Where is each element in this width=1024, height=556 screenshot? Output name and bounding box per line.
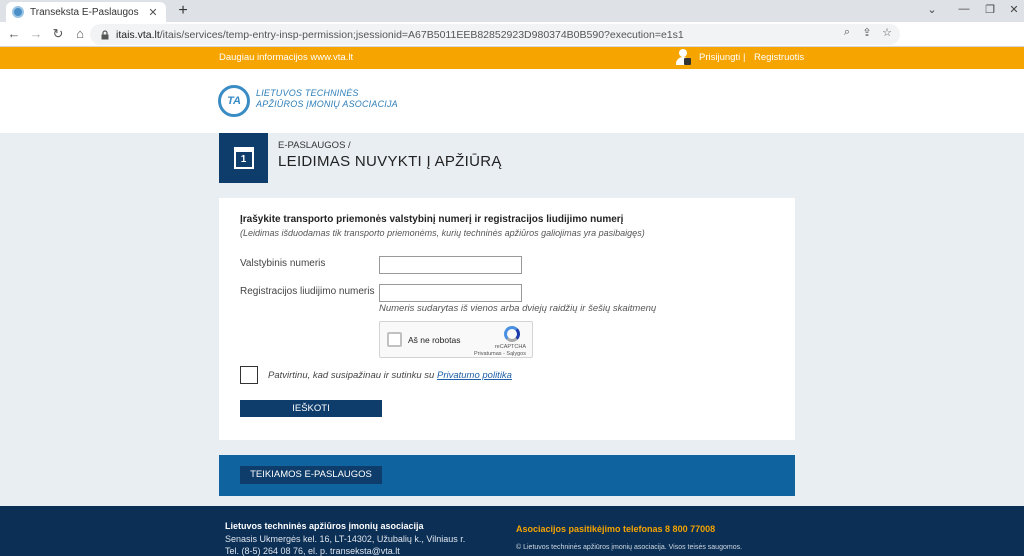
minimize-icon[interactable]: — [956, 3, 972, 15]
address-bar[interactable]: itais.vta.lt/itais/services/temp-entry-i… [90, 24, 900, 45]
calendar-icon: 1 [233, 147, 254, 169]
plate-number-label: Valstybinis numeris [240, 258, 326, 269]
breadcrumb[interactable]: E-PASLAUGOS / [278, 140, 351, 151]
new-tab-button[interactable]: + [174, 2, 192, 20]
privacy-policy-link[interactable]: Privatumo politika [437, 370, 512, 381]
forward-icon[interactable]: → [28, 26, 44, 42]
registration-number-hint: Numeris sudarytas iš vienos arba dviejų … [379, 303, 657, 314]
zoom-icon[interactable]: ⌕ [840, 26, 854, 39]
recaptcha-brand: reCAPTCHA Privatumas - Sąlygos [474, 344, 526, 358]
logo-line-2: APŽIŪROS ĮMONIŲ ASOCIACIJA [256, 99, 398, 109]
site-top-bar: Daugiau informacijos www.vta.lt Prisijun… [0, 47, 1024, 69]
calendar-icon-box: 1 [219, 133, 268, 183]
footer-org-name: Lietuvos techninės apžiūros įmonių asoci… [225, 521, 424, 531]
tab-title: Transeksta E-Paslaugos [30, 6, 139, 18]
logo-line-1: LIETUVOS TECHNINĖS [256, 88, 359, 98]
eservices-button[interactable]: TEIKIAMOS E-PASLAUGOS [240, 466, 382, 484]
site-favicon-icon [12, 6, 24, 18]
reload-icon[interactable]: ↻ [50, 26, 66, 42]
recaptcha-widget: Aš ne robotas reCAPTCHA Privatumas - Sąl… [379, 321, 533, 358]
recaptcha-links[interactable]: Privatumas - Sąlygos [474, 351, 526, 358]
site-footer: Lietuvos techninės apžiūros įmonių asoci… [0, 506, 1024, 556]
logo-abbr: TA [227, 95, 241, 107]
search-button[interactable]: IEŠKOTI [240, 400, 382, 417]
logo-text[interactable]: LIETUVOS TECHNINĖS APŽIŪROS ĮMONIŲ ASOCI… [256, 88, 398, 110]
privacy-agree-label: Patvirtinu, kad susipažinau ir sutinku s… [268, 370, 435, 381]
services-band: TEIKIAMOS E-PASLAUGOS [219, 455, 795, 496]
footer-contact[interactable]: Tel. (8-5) 264 08 76, el. p. transeksta@… [225, 546, 400, 556]
url-host: itais.vta.lt [116, 28, 160, 41]
url-path: /itais/services/temp-entry-insp-permissi… [159, 28, 684, 41]
recaptcha-checkbox[interactable] [387, 332, 402, 347]
login-link[interactable]: Prisijungti [699, 52, 740, 63]
home-icon[interactable]: ⌂ [72, 26, 88, 42]
lock-icon[interactable] [100, 29, 110, 40]
privacy-agree-checkbox[interactable] [240, 366, 258, 384]
share-icon[interactable]: ⇪ [860, 26, 874, 39]
tab-close-icon[interactable]: ✕ [146, 6, 160, 19]
search-form-card: Įrašykite transporto priemonės valstybin… [219, 198, 795, 440]
site-header: TA LIETUVOS TECHNINĖS APŽIŪROS ĮMONIŲ AS… [0, 69, 1024, 133]
register-link[interactable]: Registruotis [754, 52, 804, 63]
calendar-day: 1 [240, 154, 247, 165]
user-lock-icon [676, 49, 691, 66]
privacy-agree-text: Patvirtinu, kad susipažinau ir sutinku s… [268, 370, 512, 381]
more-info-link[interactable]: Daugiau informacijos www.vta.lt [219, 52, 353, 63]
form-heading: Įrašykite transporto priemonės valstybin… [240, 214, 624, 225]
browser-tab[interactable]: Transeksta E-Paslaugos ✕ [6, 2, 166, 22]
window-close-icon[interactable]: ✕ [1006, 3, 1022, 16]
form-note: (Leidimas išduodamas tik transporto prie… [240, 228, 645, 238]
recaptcha-logo-icon [504, 326, 520, 342]
url-text: itais.vta.lt/itais/services/temp-entry-i… [116, 29, 684, 41]
site-logo[interactable]: TA [218, 85, 250, 117]
browser-toolbar: ← → ↻ ⌂ itais.vta.lt/itais/services/temp… [0, 22, 1024, 47]
registration-number-label: Registracijos liudijimo numeris [240, 286, 375, 297]
footer-address: Senasis Ukmergės kel. 16, LT-14302, Užub… [225, 534, 466, 544]
plate-number-input[interactable] [379, 256, 522, 274]
footer-copyright: © Lietuvos techninės apžiūros įmonių aso… [516, 544, 743, 551]
recaptcha-label: Aš ne robotas [408, 335, 461, 345]
page-title: LEIDIMAS NUVYKTI Į APŽIŪRĄ [278, 153, 502, 170]
back-icon[interactable]: ← [6, 26, 22, 42]
bookmark-star-icon[interactable]: ☆ [880, 26, 894, 39]
recaptcha-brand-name: reCAPTCHA [494, 344, 526, 350]
topbar-separator: | [743, 52, 746, 63]
footer-hotline: Asociacijos pasitikėjimo telefonas 8 800… [516, 524, 716, 534]
registration-number-input[interactable] [379, 284, 522, 302]
tab-search-icon[interactable]: ⌄ [924, 3, 940, 16]
browser-tab-strip: Transeksta E-Paslaugos ✕ + ⌄ — ❐ ✕ [0, 0, 1024, 22]
restore-icon[interactable]: ❐ [982, 3, 998, 16]
